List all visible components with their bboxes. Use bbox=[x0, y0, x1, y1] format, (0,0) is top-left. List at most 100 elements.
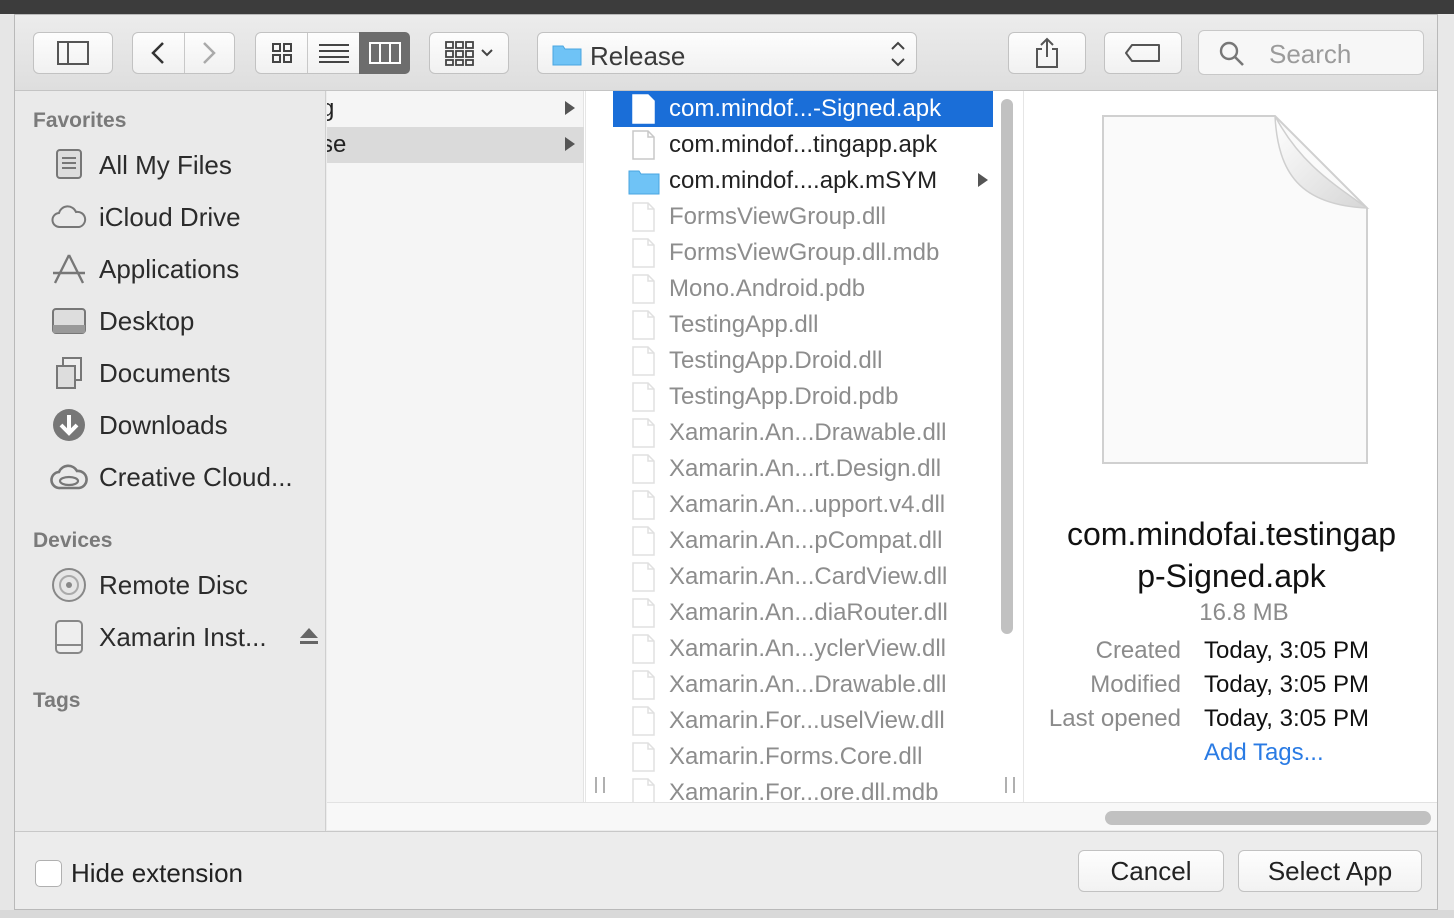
sidebar-item-documents[interactable]: Documents bbox=[49, 353, 319, 393]
file-list-item[interactable]: com.mindof...-Signed.apk bbox=[613, 91, 993, 127]
file-icon bbox=[632, 778, 655, 802]
tag-button[interactable] bbox=[1104, 32, 1182, 74]
file-list-item[interactable]: Xamarin.An...diaRouter.dll bbox=[613, 595, 993, 631]
file-list-item[interactable]: com.mindof...tingapp.apk bbox=[613, 127, 993, 163]
toolbar: Release Search bbox=[15, 15, 1437, 91]
sidebar-item-icloud-drive[interactable]: iCloud Drive bbox=[49, 197, 319, 237]
file-name: Xamarin.An...Drawable.dll bbox=[669, 671, 947, 698]
file-list-item[interactable]: TestingApp.Droid.pdb bbox=[613, 379, 993, 415]
file-name: Xamarin.An...CardView.dll bbox=[669, 563, 948, 590]
back-button[interactable] bbox=[133, 33, 184, 73]
sidebar-item-creative-cloud[interactable]: Creative Cloud... bbox=[49, 457, 319, 497]
file-icon bbox=[632, 94, 655, 124]
file-list-item[interactable]: Xamarin.For...ore.dll.mdb bbox=[613, 775, 993, 802]
last-opened-label: Last opened bbox=[1048, 705, 1181, 732]
sidebar-item-label: Desktop bbox=[99, 305, 195, 336]
file-list-item[interactable]: Xamarin.An...yclerView.dll bbox=[613, 631, 993, 667]
folder-icon bbox=[552, 45, 582, 66]
sidebar-section-favorites: Favorites bbox=[33, 109, 127, 132]
columns-icon bbox=[368, 42, 401, 64]
file-icon bbox=[632, 418, 655, 448]
file-name: com.mindof....apk.mSYM bbox=[669, 167, 938, 194]
chevron-left-icon bbox=[151, 42, 165, 64]
open-file-sheet: Release Search Favorites All My Files iC… bbox=[14, 14, 1438, 910]
modified-value: Today, 3:05 PM bbox=[1204, 671, 1369, 698]
arrange-icon bbox=[445, 41, 493, 66]
search-icon bbox=[1219, 41, 1244, 66]
file-name: TestingApp.Droid.pdb bbox=[669, 383, 899, 410]
window-backdrop bbox=[1438, 14, 1454, 918]
cancel-button[interactable]: Cancel bbox=[1078, 850, 1224, 892]
file-name: Xamarin.An...upport.v4.dll bbox=[669, 491, 946, 518]
preview-file-name: com.mindofai.testingap p-Signed.apk bbox=[1024, 513, 1437, 597]
file-list-item[interactable]: Xamarin.An...CardView.dll bbox=[613, 559, 993, 595]
share-button[interactable] bbox=[1008, 32, 1086, 74]
file-list-item[interactable]: Xamarin.An...upport.v4.dll bbox=[613, 487, 993, 523]
preview-file-name-line: p-Signed.apk bbox=[1137, 558, 1326, 594]
file-list-item[interactable]: Xamarin.An...Drawable.dll bbox=[613, 667, 993, 703]
file-list-item[interactable]: Xamarin.An...rt.Design.dll bbox=[613, 451, 993, 487]
column-resize-handle[interactable] bbox=[595, 777, 605, 793]
file-name: Xamarin.An...diaRouter.dll bbox=[669, 599, 948, 626]
file-icon bbox=[632, 454, 655, 484]
forward-button[interactable] bbox=[184, 33, 235, 73]
file-list-item[interactable]: FormsViewGroup.dll bbox=[613, 199, 993, 235]
search-field[interactable]: Search bbox=[1198, 30, 1424, 75]
vertical-scrollbar-thumb[interactable] bbox=[1001, 99, 1013, 634]
window-backdrop bbox=[0, 14, 14, 918]
file-icon bbox=[632, 526, 655, 556]
file-name: Xamarin.An...rt.Design.dll bbox=[669, 455, 942, 482]
file-list-item[interactable]: Xamarin.Forms.Core.dll bbox=[613, 739, 993, 775]
column-resize-handle[interactable] bbox=[1005, 777, 1015, 793]
document-icon bbox=[1102, 115, 1370, 464]
file-list-item[interactable]: FormsViewGroup.dll.mdb bbox=[613, 235, 993, 271]
file-list-item[interactable]: TestingApp.dll bbox=[613, 307, 993, 343]
horizontal-scrollbar-thumb[interactable] bbox=[1105, 811, 1431, 825]
file-icon bbox=[632, 490, 655, 520]
file-list-item[interactable]: TestingApp.Droid.dll bbox=[613, 343, 993, 379]
view-mode-control bbox=[255, 32, 410, 74]
sidebar-item-downloads[interactable]: Downloads bbox=[49, 405, 319, 445]
arrange-button[interactable] bbox=[429, 32, 509, 74]
sidebar-item-all-my-files[interactable]: All My Files bbox=[49, 145, 319, 185]
file-list-item[interactable]: Xamarin.An...Drawable.dll bbox=[613, 415, 993, 451]
eject-icon[interactable] bbox=[299, 627, 319, 650]
file-name: Xamarin.An...yclerView.dll bbox=[669, 635, 947, 662]
icon-view-button[interactable] bbox=[256, 33, 307, 73]
location-popup[interactable]: Release bbox=[537, 32, 917, 74]
sidebar-item-label: Applications bbox=[99, 253, 240, 284]
file-icon bbox=[632, 562, 655, 592]
file-column: com.mindof...-Signed.apk com.mindof...tin… bbox=[613, 91, 993, 802]
file-list-item[interactable]: com.mindof....apk.mSYM bbox=[613, 163, 993, 199]
sidebar-toggle-button[interactable] bbox=[33, 32, 113, 74]
hide-extension-checkbox[interactable] bbox=[35, 860, 62, 887]
sidebar-item-label: Remote Disc bbox=[99, 569, 248, 600]
sidebar-item-label: Creative Cloud... bbox=[99, 461, 293, 492]
folder-name: se bbox=[327, 131, 347, 158]
window-backdrop bbox=[0, 0, 1454, 14]
list-view-button[interactable] bbox=[308, 33, 359, 73]
horizontal-scrollbar bbox=[327, 802, 1437, 830]
add-tags-link[interactable]: Add Tags... bbox=[1204, 739, 1324, 767]
file-name: Mono.Android.pdb bbox=[669, 275, 866, 302]
list-item[interactable]: g bbox=[327, 91, 584, 127]
all-my-files-icon bbox=[49, 145, 89, 185]
file-name: com.mindof...-Signed.apk bbox=[669, 95, 942, 122]
file-list-item[interactable]: Mono.Android.pdb bbox=[613, 271, 993, 307]
column-view-button[interactable] bbox=[359, 32, 410, 74]
sidebar-item-desktop[interactable]: Desktop bbox=[49, 301, 319, 341]
file-name: TestingApp.dll bbox=[669, 311, 819, 338]
sidebar-item-remote-disc[interactable]: Remote Disc bbox=[49, 565, 319, 605]
list-item[interactable]: se bbox=[327, 127, 584, 163]
file-list-item[interactable]: Xamarin.For...uselView.dll bbox=[613, 703, 993, 739]
window-backdrop bbox=[0, 910, 1454, 918]
search-placeholder: Search bbox=[1269, 39, 1352, 69]
sidebar-item-label: All My Files bbox=[99, 149, 232, 180]
hide-extension-label[interactable]: Hide extension bbox=[71, 858, 243, 889]
sidebar-item-xamarin-installer[interactable]: Xamarin Inst... bbox=[49, 617, 319, 657]
created-value: Today, 3:05 PM bbox=[1204, 637, 1369, 664]
file-list-item[interactable]: Xamarin.An...pCompat.dll bbox=[613, 523, 993, 559]
file-icon bbox=[632, 310, 655, 340]
select-app-button[interactable]: Select App bbox=[1238, 850, 1422, 892]
sidebar-item-applications[interactable]: Applications bbox=[49, 249, 319, 289]
